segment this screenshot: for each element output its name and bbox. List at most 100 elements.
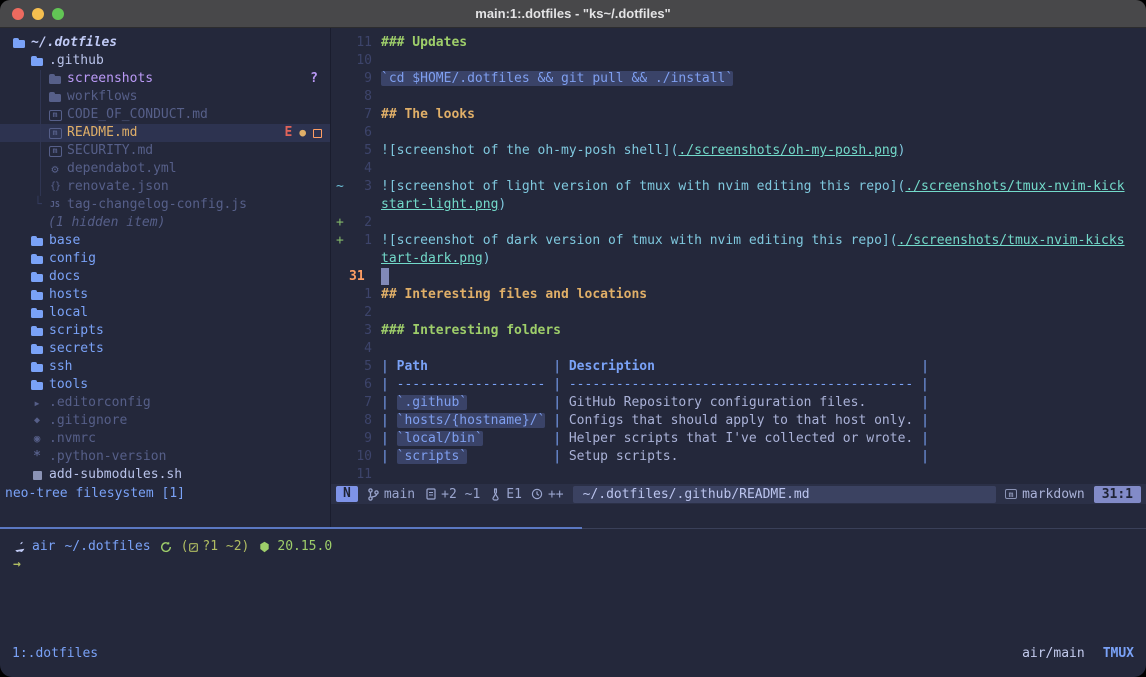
tree-item-workflows[interactable]: workflows <box>0 88 330 106</box>
vim-mode-badge: N <box>336 486 358 502</box>
unsaved-square-icon <box>313 129 322 138</box>
tree-item-scripts[interactable]: scripts <box>0 322 330 340</box>
gutter-sign <box>331 88 347 106</box>
editor-line[interactable]: 6 <box>331 124 1146 142</box>
traffic-lights <box>12 0 64 28</box>
pending-segment: ++ <box>531 487 564 502</box>
apple-icon <box>13 540 27 554</box>
star-icon <box>30 450 44 464</box>
statusline: N main +2 ~1 E1 <box>331 484 1146 504</box>
zoom-button[interactable] <box>52 8 64 20</box>
editor-line[interactable]: +2 <box>331 214 1146 232</box>
tree-item-label: workflows <box>67 88 137 106</box>
editor-line[interactable]: 4 <box>331 160 1146 178</box>
diamond-icon <box>30 414 44 428</box>
editor-line[interactable]: 5 | Path | Description | <box>331 358 1146 376</box>
folder-icon <box>30 306 44 320</box>
tree-item-label: .nvmrc <box>49 430 96 448</box>
tree-item-dotfiles[interactable]: ~/.dotfiles <box>0 34 330 52</box>
tree-item-renovate-json[interactable]: renovate.json <box>0 178 330 196</box>
tree-item-nvmrc[interactable]: .nvmrc <box>0 430 330 448</box>
gutter-sign <box>331 106 347 124</box>
markdown-file-icon <box>48 126 62 140</box>
shell-pane[interactable]: air ~/.dotfiles ( ?1 ~2 ) 20.15.0 → <box>0 529 1146 645</box>
shell-file-icon <box>30 468 44 482</box>
line-text: | `local/bin` | Helper scripts that I've… <box>381 430 929 448</box>
line-text: start-light.png) <box>381 196 506 214</box>
line-number: 1 <box>347 232 372 250</box>
editor-line[interactable]: 3### Interesting folders <box>331 322 1146 340</box>
editor-line[interactable]: 9| `local/bin` | Helper scripts that I'v… <box>331 430 1146 448</box>
editor-line[interactable]: 1## Interesting files and locations <box>331 286 1146 304</box>
filetype-label: markdown <box>1022 487 1085 502</box>
editor-line[interactable]: 4 <box>331 340 1146 358</box>
editor-line[interactable]: +1 ![screenshot of dark version of tmux w… <box>331 232 1146 250</box>
editor-line[interactable]: 11 <box>331 466 1146 484</box>
neotree-status: neo-tree filesystem [1] <box>0 484 330 503</box>
tree-item-security-md[interactable]: SECURITY.md <box>0 142 330 160</box>
line-number: 4 <box>347 340 372 358</box>
gutter-sign: + <box>331 232 347 250</box>
editor-line[interactable]: 7| `.github` | GitHub Repository configu… <box>331 394 1146 412</box>
folder-icon <box>30 234 44 248</box>
tree-item-screenshots[interactable]: screenshots? <box>0 70 330 88</box>
prompt-arrow: → <box>13 556 1146 574</box>
minimize-button[interactable] <box>32 8 44 20</box>
tree-item-local[interactable]: local <box>0 304 330 322</box>
editor-line[interactable]: 6| ------------------- | ---------------… <box>331 376 1146 394</box>
line-number: 6 <box>347 124 372 142</box>
editor-line[interactable]: 11### Updates <box>331 34 1146 52</box>
tree-item-add-submodules-sh[interactable]: add-submodules.sh <box>0 466 330 484</box>
git-status-open: ( <box>181 538 189 556</box>
tree-item-github[interactable]: .github <box>0 52 330 70</box>
tree-item-label: renovate.json <box>67 178 169 196</box>
editor-line[interactable]: 9`cd $HOME/.dotfiles && git pull && ./in… <box>331 70 1146 88</box>
tree-item-base[interactable]: base <box>0 232 330 250</box>
folder-open-icon <box>30 54 44 68</box>
line-number: 2 <box>347 304 372 322</box>
node-hexagon-icon <box>257 540 271 554</box>
tree-item-secrets[interactable]: secrets <box>0 340 330 358</box>
gutter-sign <box>331 52 347 70</box>
tree-item-code-of-conduct-md[interactable]: CODE_OF_CONDUCT.md <box>0 106 330 124</box>
line-text: ![screenshot of dark version of tmux wit… <box>381 232 1125 250</box>
editor-line[interactable]: 10| `scripts` | Setup scripts. | <box>331 448 1146 466</box>
editor-line[interactable]: 7## The looks <box>331 106 1146 124</box>
editor-line[interactable]: 31 <box>331 268 1146 286</box>
tree-item-1-hidden-item[interactable]: (1 hidden item) <box>0 214 330 232</box>
tree-item-hosts[interactable]: hosts <box>0 286 330 304</box>
close-button[interactable] <box>12 8 24 20</box>
editor-line[interactable]: tart-dark.png) <box>331 250 1146 268</box>
tree-item-docs[interactable]: docs <box>0 268 330 286</box>
line-number <box>347 196 372 214</box>
tree-item-config[interactable]: config <box>0 250 330 268</box>
gutter-sign <box>331 466 347 484</box>
editor-window[interactable]: 11### Updates 10 9`cd $HOME/.dotfiles &&… <box>330 28 1146 527</box>
editor-line[interactable]: 5![screenshot of the oh-my-posh shell](.… <box>331 142 1146 160</box>
editor-line[interactable]: 10 <box>331 52 1146 70</box>
editor-line[interactable]: 2 <box>331 304 1146 322</box>
tree-item-tag-changelog-config-js[interactable]: └tag-changelog-config.js <box>0 196 330 214</box>
tree-item-dependabot-yml[interactable]: dependabot.yml <box>0 160 330 178</box>
line-text: | Path | Description | <box>381 358 929 376</box>
line-text: | ------------------- | ----------------… <box>381 376 929 394</box>
tree-item-python-version[interactable]: .python-version <box>0 448 330 466</box>
line-text: tart-dark.png) <box>381 250 491 268</box>
line-number: 10 <box>347 448 372 466</box>
editor-line[interactable]: ~3![screenshot of light version of tmux … <box>331 178 1146 196</box>
editor-line[interactable]: start-light.png) <box>331 196 1146 214</box>
editor-line[interactable]: 8 <box>331 88 1146 106</box>
editor-line[interactable]: 8| `hosts/{hostname}/` | Configs that sh… <box>331 412 1146 430</box>
tree-item-editorconfig[interactable]: .editorconfig <box>0 394 330 412</box>
tree-item-tools[interactable]: tools <box>0 376 330 394</box>
gutter-sign <box>331 124 347 142</box>
tree-item-ssh[interactable]: ssh <box>0 358 330 376</box>
line-number: 8 <box>347 412 372 430</box>
tree-item-label: base <box>49 232 80 250</box>
folder-icon <box>30 252 44 266</box>
gutter-sign: ~ <box>331 178 347 196</box>
tree-item-readme-md[interactable]: README.mdE● <box>0 124 330 142</box>
line-number: 5 <box>347 358 372 376</box>
tmux-window-tab[interactable]: 1:.dotfiles <box>12 645 98 663</box>
tree-item-gitignore[interactable]: .gitignore <box>0 412 330 430</box>
